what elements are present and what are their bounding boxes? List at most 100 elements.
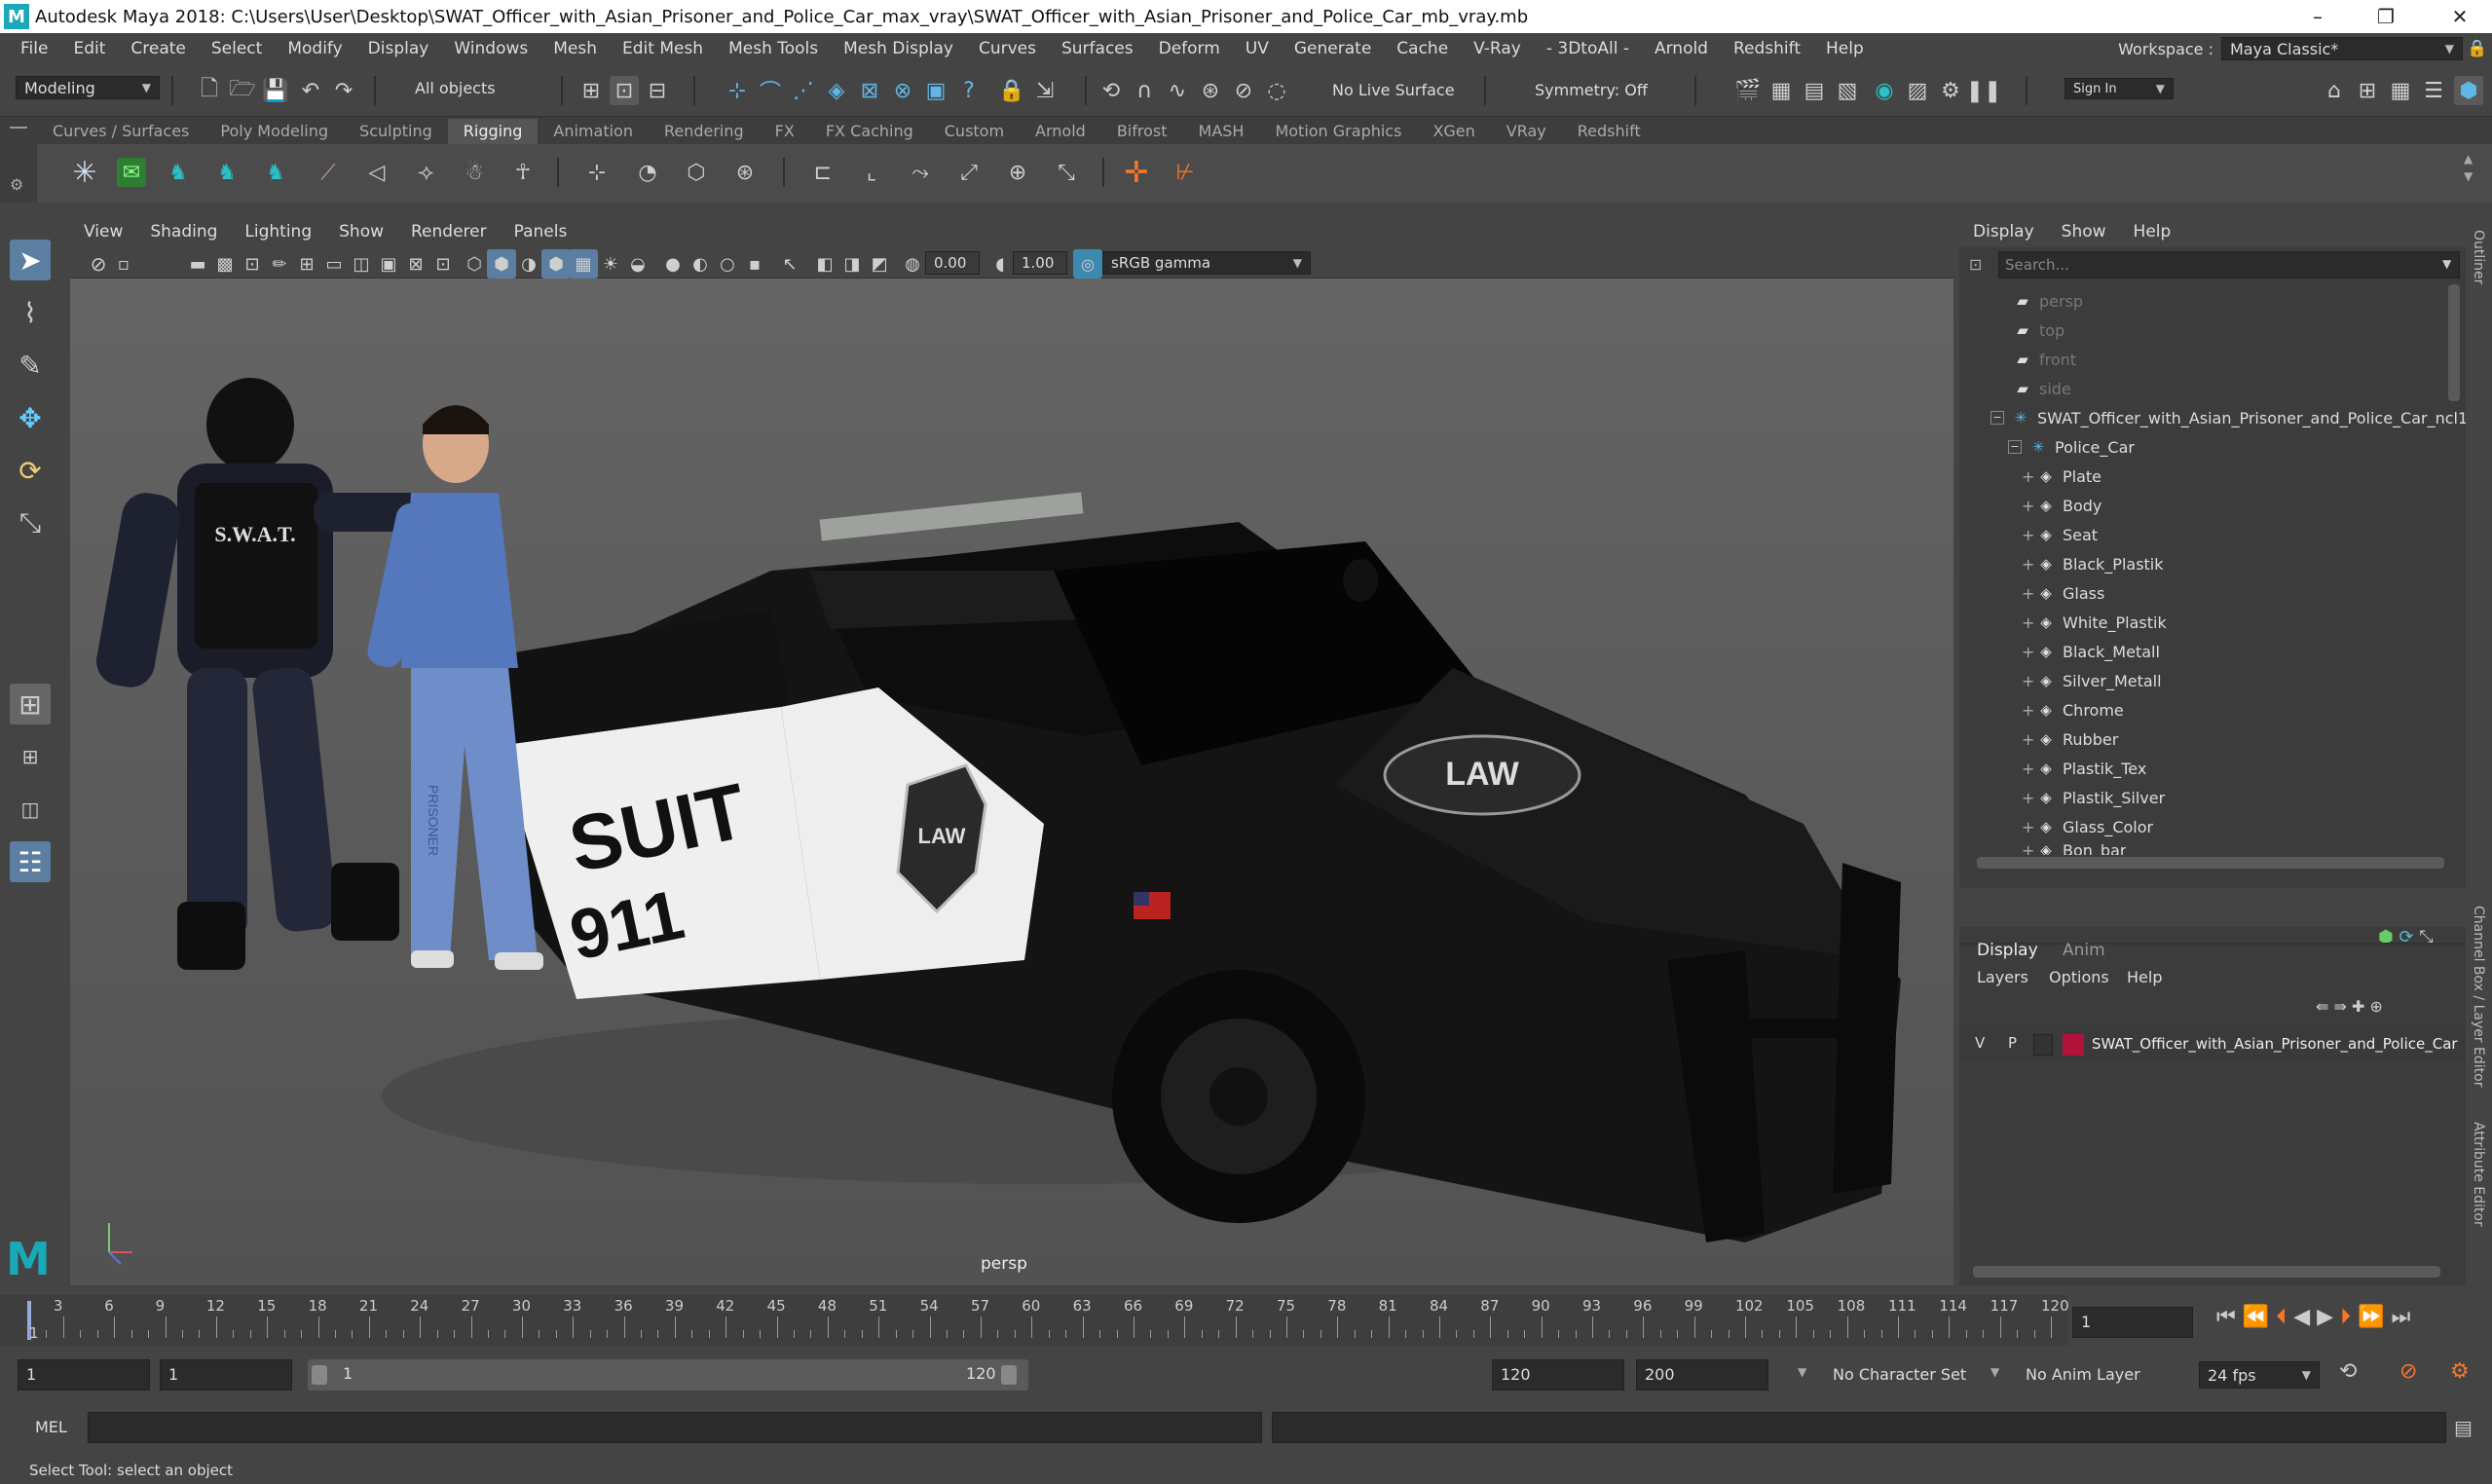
outliner-menu-show[interactable]: Show [2048, 222, 2120, 241]
menu-3dtoall[interactable]: - 3DtoAll - [1534, 39, 1642, 58]
gear-icon[interactable]: ⚙ [10, 175, 23, 194]
smooth-bind-icon[interactable]: ⊹ [582, 158, 612, 187]
pole-vector-icon[interactable]: ⤡ [1052, 158, 1081, 187]
vray-render-icon[interactable]: ▨ [1903, 76, 1932, 105]
viewport-menu-shading[interactable]: Shading [136, 222, 231, 241]
layer-horizontal-scrollbar[interactable] [1973, 1266, 2440, 1278]
select-by-hierarchy-icon[interactable]: ⊞ [577, 76, 606, 105]
select-by-object-icon[interactable]: ⊡ [610, 76, 639, 105]
sidebar-tab-outliner[interactable]: Outliner [2471, 230, 2486, 284]
two-view-layout-icon[interactable]: ◫ [10, 789, 51, 830]
snap-vertex-icon[interactable]: ⊗ [888, 76, 917, 105]
tab-mash[interactable]: MASH [1183, 119, 1260, 144]
human-ik-icon[interactable]: ♞ [212, 158, 242, 187]
wireframe-on-shaded-icon[interactable]: ▦ [569, 249, 598, 278]
outliner-item-chrome[interactable]: + ◈ Chrome [2022, 695, 2124, 724]
range-start-handle[interactable] [312, 1365, 327, 1385]
menu-windows[interactable]: Windows [441, 39, 540, 58]
outliner-item-persp[interactable]: ▰ persp [2012, 286, 2083, 315]
auto-key-icon[interactable]: ⊘ [2399, 1359, 2417, 1384]
gamma-field[interactable]: 1.00 [1013, 251, 1067, 275]
menu-generate[interactable]: Generate [1282, 39, 1384, 58]
2d-pan-zoom-icon[interactable]: ⊡ [238, 249, 267, 278]
outliner-item-root[interactable]: − ✳ SWAT_Officer_with_Asian_Prisoner_and_P… [1990, 403, 2485, 432]
grease-pencil-icon[interactable]: ✏ [265, 249, 294, 278]
animation-end-field[interactable]: 200 [1636, 1359, 1768, 1391]
playback-start-field[interactable]: 1 [160, 1359, 292, 1391]
tab-fx[interactable]: FX [760, 119, 810, 144]
tool-settings-icon[interactable]: ▦ [2386, 76, 2415, 105]
field-chart-icon[interactable]: ⊠ [401, 249, 430, 278]
layer-color-swatch[interactable] [2063, 1034, 2084, 1056]
menu-edit-mesh[interactable]: Edit Mesh [610, 39, 716, 58]
select-tool-icon[interactable]: ➤ [10, 240, 51, 280]
textured-icon[interactable]: ⬢ [541, 249, 571, 278]
modeling-toolkit-icon[interactable]: ⌂ [2320, 76, 2349, 105]
current-frame-field[interactable]: 1 [2072, 1307, 2193, 1338]
exposure-icon[interactable]: ◍ [898, 249, 927, 278]
outliner-item-body[interactable]: + ◈ Body [2022, 491, 2101, 520]
outliner-item-plastik-silver[interactable]: + ◈ Plastik_Silver [2022, 783, 2165, 812]
outliner-item-black-plastik[interactable]: + ◈ Black_Plastik [2022, 549, 2164, 578]
save-scene-icon[interactable]: 💾 [261, 76, 290, 105]
new-layer-icon[interactable]: ✚ [2352, 997, 2364, 1016]
tab-rigging[interactable]: Rigging [447, 119, 539, 144]
snap-point-icon[interactable]: ⋰ [789, 76, 818, 105]
lattice-icon[interactable]: ⬡ [682, 158, 711, 187]
tab-rendering[interactable]: Rendering [649, 119, 760, 144]
go-to-start-icon[interactable]: ⏮ [2216, 1305, 2236, 1329]
go-to-end-icon[interactable]: ⏭ [2392, 1305, 2411, 1329]
use-all-lights-icon[interactable]: ☀ [596, 249, 625, 278]
render-view-icon[interactable]: 🎬 [1733, 76, 1763, 105]
layer-menu-options[interactable]: Options [2049, 968, 2109, 986]
animation-preferences-icon[interactable]: ⚙ [2450, 1359, 2470, 1384]
render-settings-icon[interactable]: ▧ [1833, 76, 1862, 105]
selection-mask-dropdown[interactable]: All objects [407, 76, 553, 99]
paint-weights-icon[interactable]: ◔ [633, 158, 662, 187]
outliner-item-silver-metall[interactable]: + ◈ Silver_Metall [2022, 666, 2162, 695]
play-backwards-icon[interactable]: ◀ [2293, 1305, 2310, 1329]
shelf-menu-icon[interactable] [10, 127, 27, 129]
outliner-item-white-plastik[interactable]: + ◈ White_Plastik [2022, 608, 2167, 637]
menu-arnold[interactable]: Arnold [1642, 39, 1721, 58]
outliner-layout-icon[interactable]: ☷ [10, 841, 51, 882]
move-tool-icon[interactable]: ✥ [10, 397, 51, 438]
outliner-item-front[interactable]: ▰ front [2012, 345, 2076, 374]
menu-display[interactable]: Display [355, 39, 442, 58]
orient-constraint-icon[interactable]: ⤳ [906, 158, 935, 187]
sidebar-tab-channel-box[interactable]: Channel Box / Layer Editor [2471, 906, 2486, 1087]
shelf-scroll-down-icon[interactable]: ▼ [2464, 169, 2473, 183]
menu-surfaces[interactable]: Surfaces [1049, 39, 1146, 58]
layer-name[interactable]: SWAT_Officer_with_Asian_Prisoner_and_Pol… [2092, 1035, 2458, 1053]
lock-icon[interactable]: 🔒 [2463, 39, 2492, 58]
outliner-menu-help[interactable]: Help [2120, 222, 2185, 241]
play-forwards-icon[interactable]: ▶ [2317, 1305, 2333, 1329]
bookmarks-icon[interactable]: ▬ [183, 249, 212, 278]
tab-fx-caching[interactable]: FX Caching [810, 119, 929, 144]
screen-space-ao-icon[interactable]: ● [658, 249, 688, 278]
attribute-editor-icon[interactable]: ⊞ [2353, 76, 2382, 105]
viewport-persp[interactable]: LAW SUIT 911 LAW S.W.A.T. PRISONER [70, 278, 1953, 1285]
four-view-layout-icon[interactable]: ⊞ [10, 736, 51, 777]
default-material-icon[interactable]: ◑ [514, 249, 543, 278]
color-management-icon[interactable]: ◎ [1073, 249, 1102, 278]
live-surface-label[interactable]: No Live Surface [1332, 81, 1455, 99]
new-layer-selected-icon[interactable]: ⊕ [2370, 997, 2383, 1016]
range-bar[interactable]: 1 120 [308, 1359, 1028, 1391]
vray-ipr-icon[interactable]: ⚙ [1936, 76, 1965, 105]
tab-vray[interactable]: VRay [1491, 119, 1562, 144]
move-layer-down-icon[interactable]: ⇛ [2334, 997, 2347, 1016]
symmetry-label[interactable]: Symmetry: Off [1535, 81, 1648, 99]
scale-tool-icon[interactable]: ⤡ [10, 502, 51, 543]
resolution-gate-icon[interactable]: ◫ [347, 249, 376, 278]
rotate-tool-icon[interactable]: ⟳ [10, 450, 51, 491]
menu-select[interactable]: Select [199, 39, 275, 58]
snap-together-icon[interactable]: ∿ [1163, 76, 1192, 105]
tab-display[interactable]: Display [1977, 941, 2038, 960]
outliner-horizontal-scrollbar[interactable] [1977, 857, 2444, 869]
color-space-dropdown[interactable]: sRGB gamma ▼ [1102, 251, 1311, 275]
snap-edge-icon[interactable]: ▣ [921, 76, 950, 105]
viewport-menu-panels[interactable]: Panels [501, 222, 581, 241]
aim-constraint-icon[interactable]: ⊕ [1003, 158, 1032, 187]
lasso-icon[interactable]: ⟲ [1097, 76, 1126, 105]
